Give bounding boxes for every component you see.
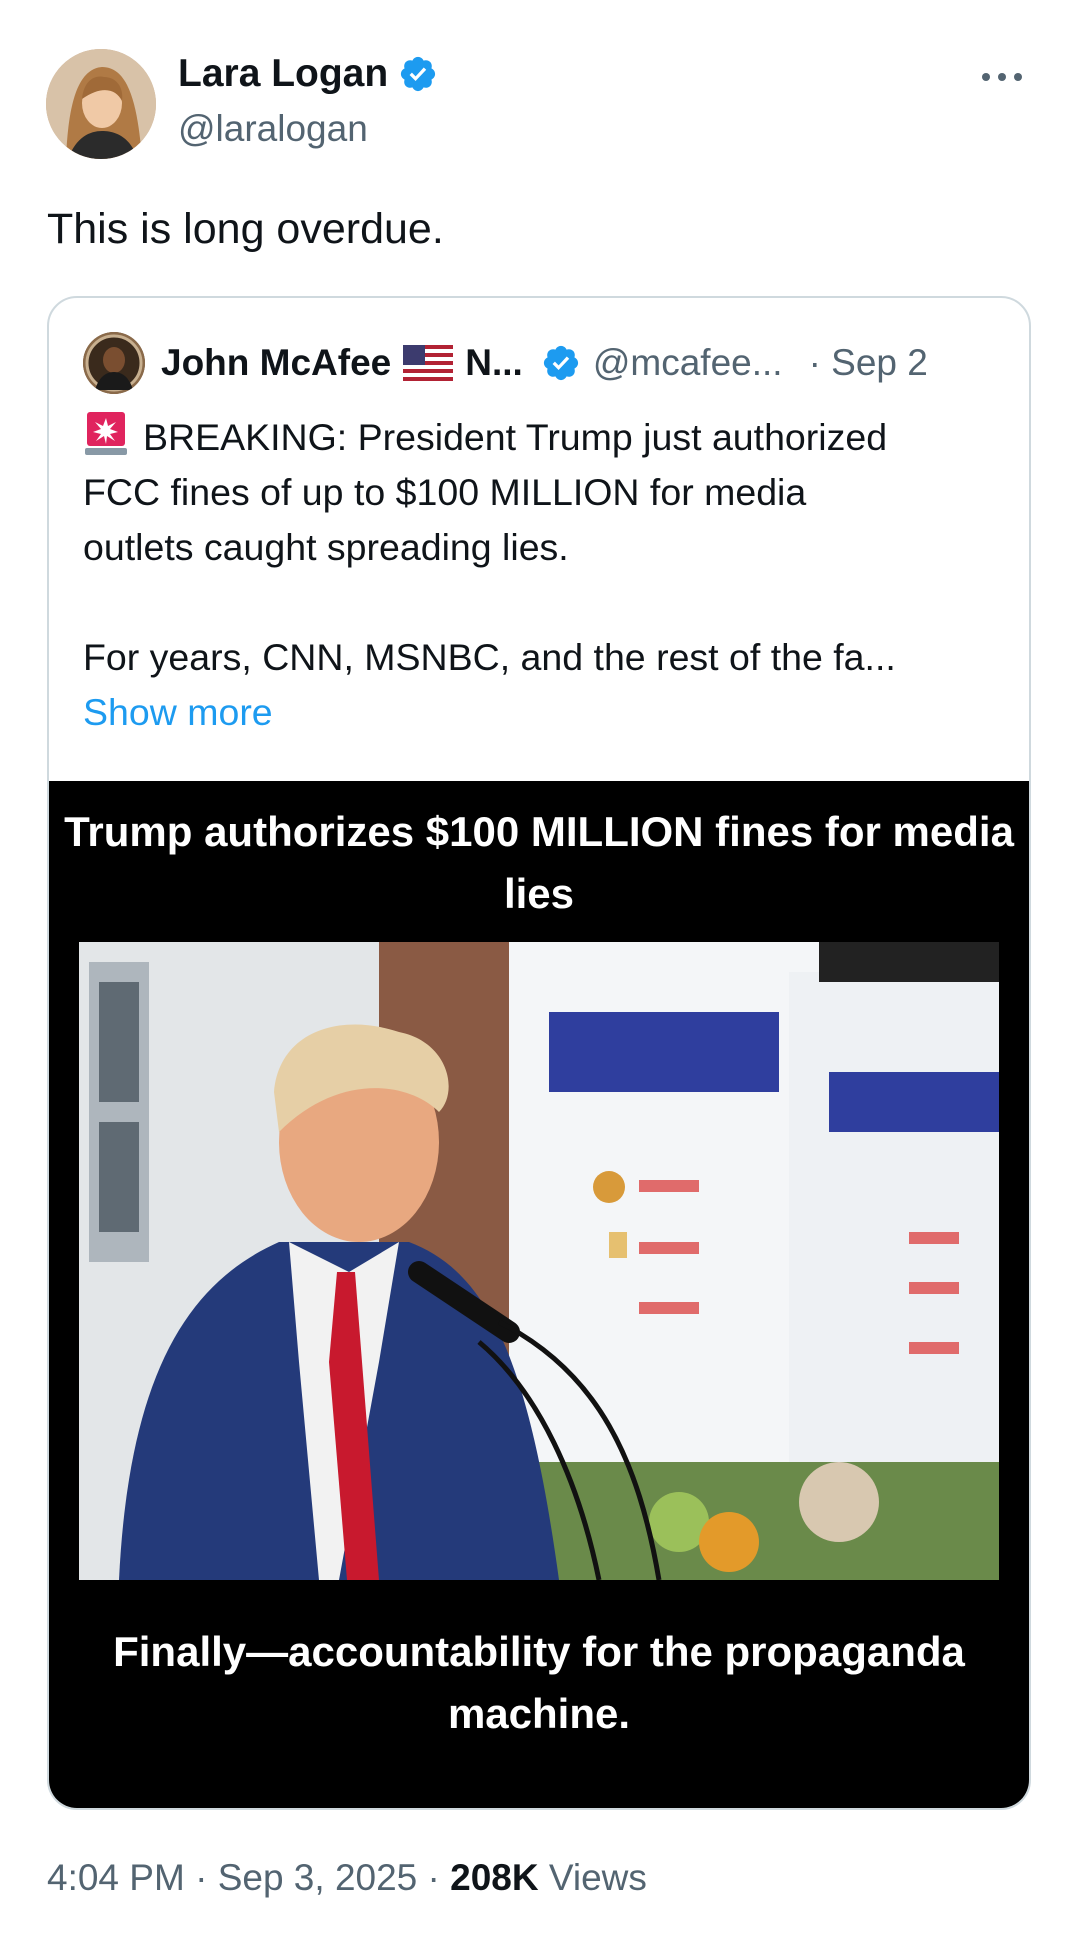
meta-separator-2: ·: [427, 1857, 440, 1898]
media-caption: Finally—accountability for the propagand…: [113, 1628, 965, 1737]
verified-badge-icon: [401, 56, 436, 92]
quoted-line-2: FCC fines of up to $100 MILLION for medi…: [83, 471, 807, 513]
trump-at-podium-image: [79, 942, 999, 1580]
quoted-author-avatar[interactable]: [83, 332, 145, 394]
siren-icon: [85, 412, 127, 455]
quoted-text-line-1: BREAKING: President Trump just authorize…: [143, 416, 888, 458]
meta-separator-1: ·: [195, 1857, 208, 1898]
author-handle[interactable]: @laralogan: [178, 108, 368, 150]
quoted-blank-line: [83, 575, 1013, 630]
quoted-author-name-suffix[interactable]: N...: [465, 342, 523, 384]
views-label: Views: [548, 1857, 647, 1898]
quoted-line-1: BREAKING: President Trump just authorize…: [83, 408, 1013, 465]
us-flag-icon: [403, 345, 454, 381]
tweet-meta: 4:04 PM · Sep 3, 2025 · 208K Views: [47, 1857, 647, 1899]
author-avatar-image: [46, 49, 156, 159]
quoted-verified-badge-icon: [543, 345, 578, 381]
author-name-row[interactable]: Lara Logan: [178, 52, 438, 96]
quoted-author-handle[interactable]: @mcafee...: [593, 342, 783, 384]
media-title: Trump authorizes $100 MILLION fines for …: [64, 808, 1014, 917]
quoted-media[interactable]: Trump authorizes $100 MILLION fines for …: [49, 781, 1029, 1808]
tweet-date[interactable]: Sep 3, 2025: [218, 1857, 418, 1898]
show-more-link[interactable]: Show more: [83, 691, 273, 733]
quoted-author-name[interactable]: John McAfee: [161, 342, 391, 384]
quoted-tweet-header: John McAfee N... @mcafee... · Sep 2: [83, 332, 928, 394]
more-options-icon[interactable]: [978, 62, 1026, 92]
quoted-line-3: outlets caught spreading lies.: [83, 526, 569, 568]
quoted-author-avatar-image: [83, 332, 145, 394]
quoted-tweet-body: BREAKING: President Trump just authorize…: [83, 408, 1013, 740]
quoted-line-4: For years, CNN, MSNBC, and the rest of t…: [83, 636, 896, 678]
quoted-date[interactable]: · Sep 2: [809, 342, 928, 384]
quoted-tweet-card[interactable]: John McAfee N... @mcafee... · Sep 2 BREA…: [47, 296, 1031, 1810]
author-avatar[interactable]: [46, 49, 156, 159]
tweet-time[interactable]: 4:04 PM: [47, 1857, 185, 1898]
tweet-text: This is long overdue.: [47, 205, 444, 253]
views-count: 208K: [450, 1857, 539, 1898]
media-photo: [79, 942, 999, 1580]
author-name[interactable]: Lara Logan: [178, 52, 388, 96]
